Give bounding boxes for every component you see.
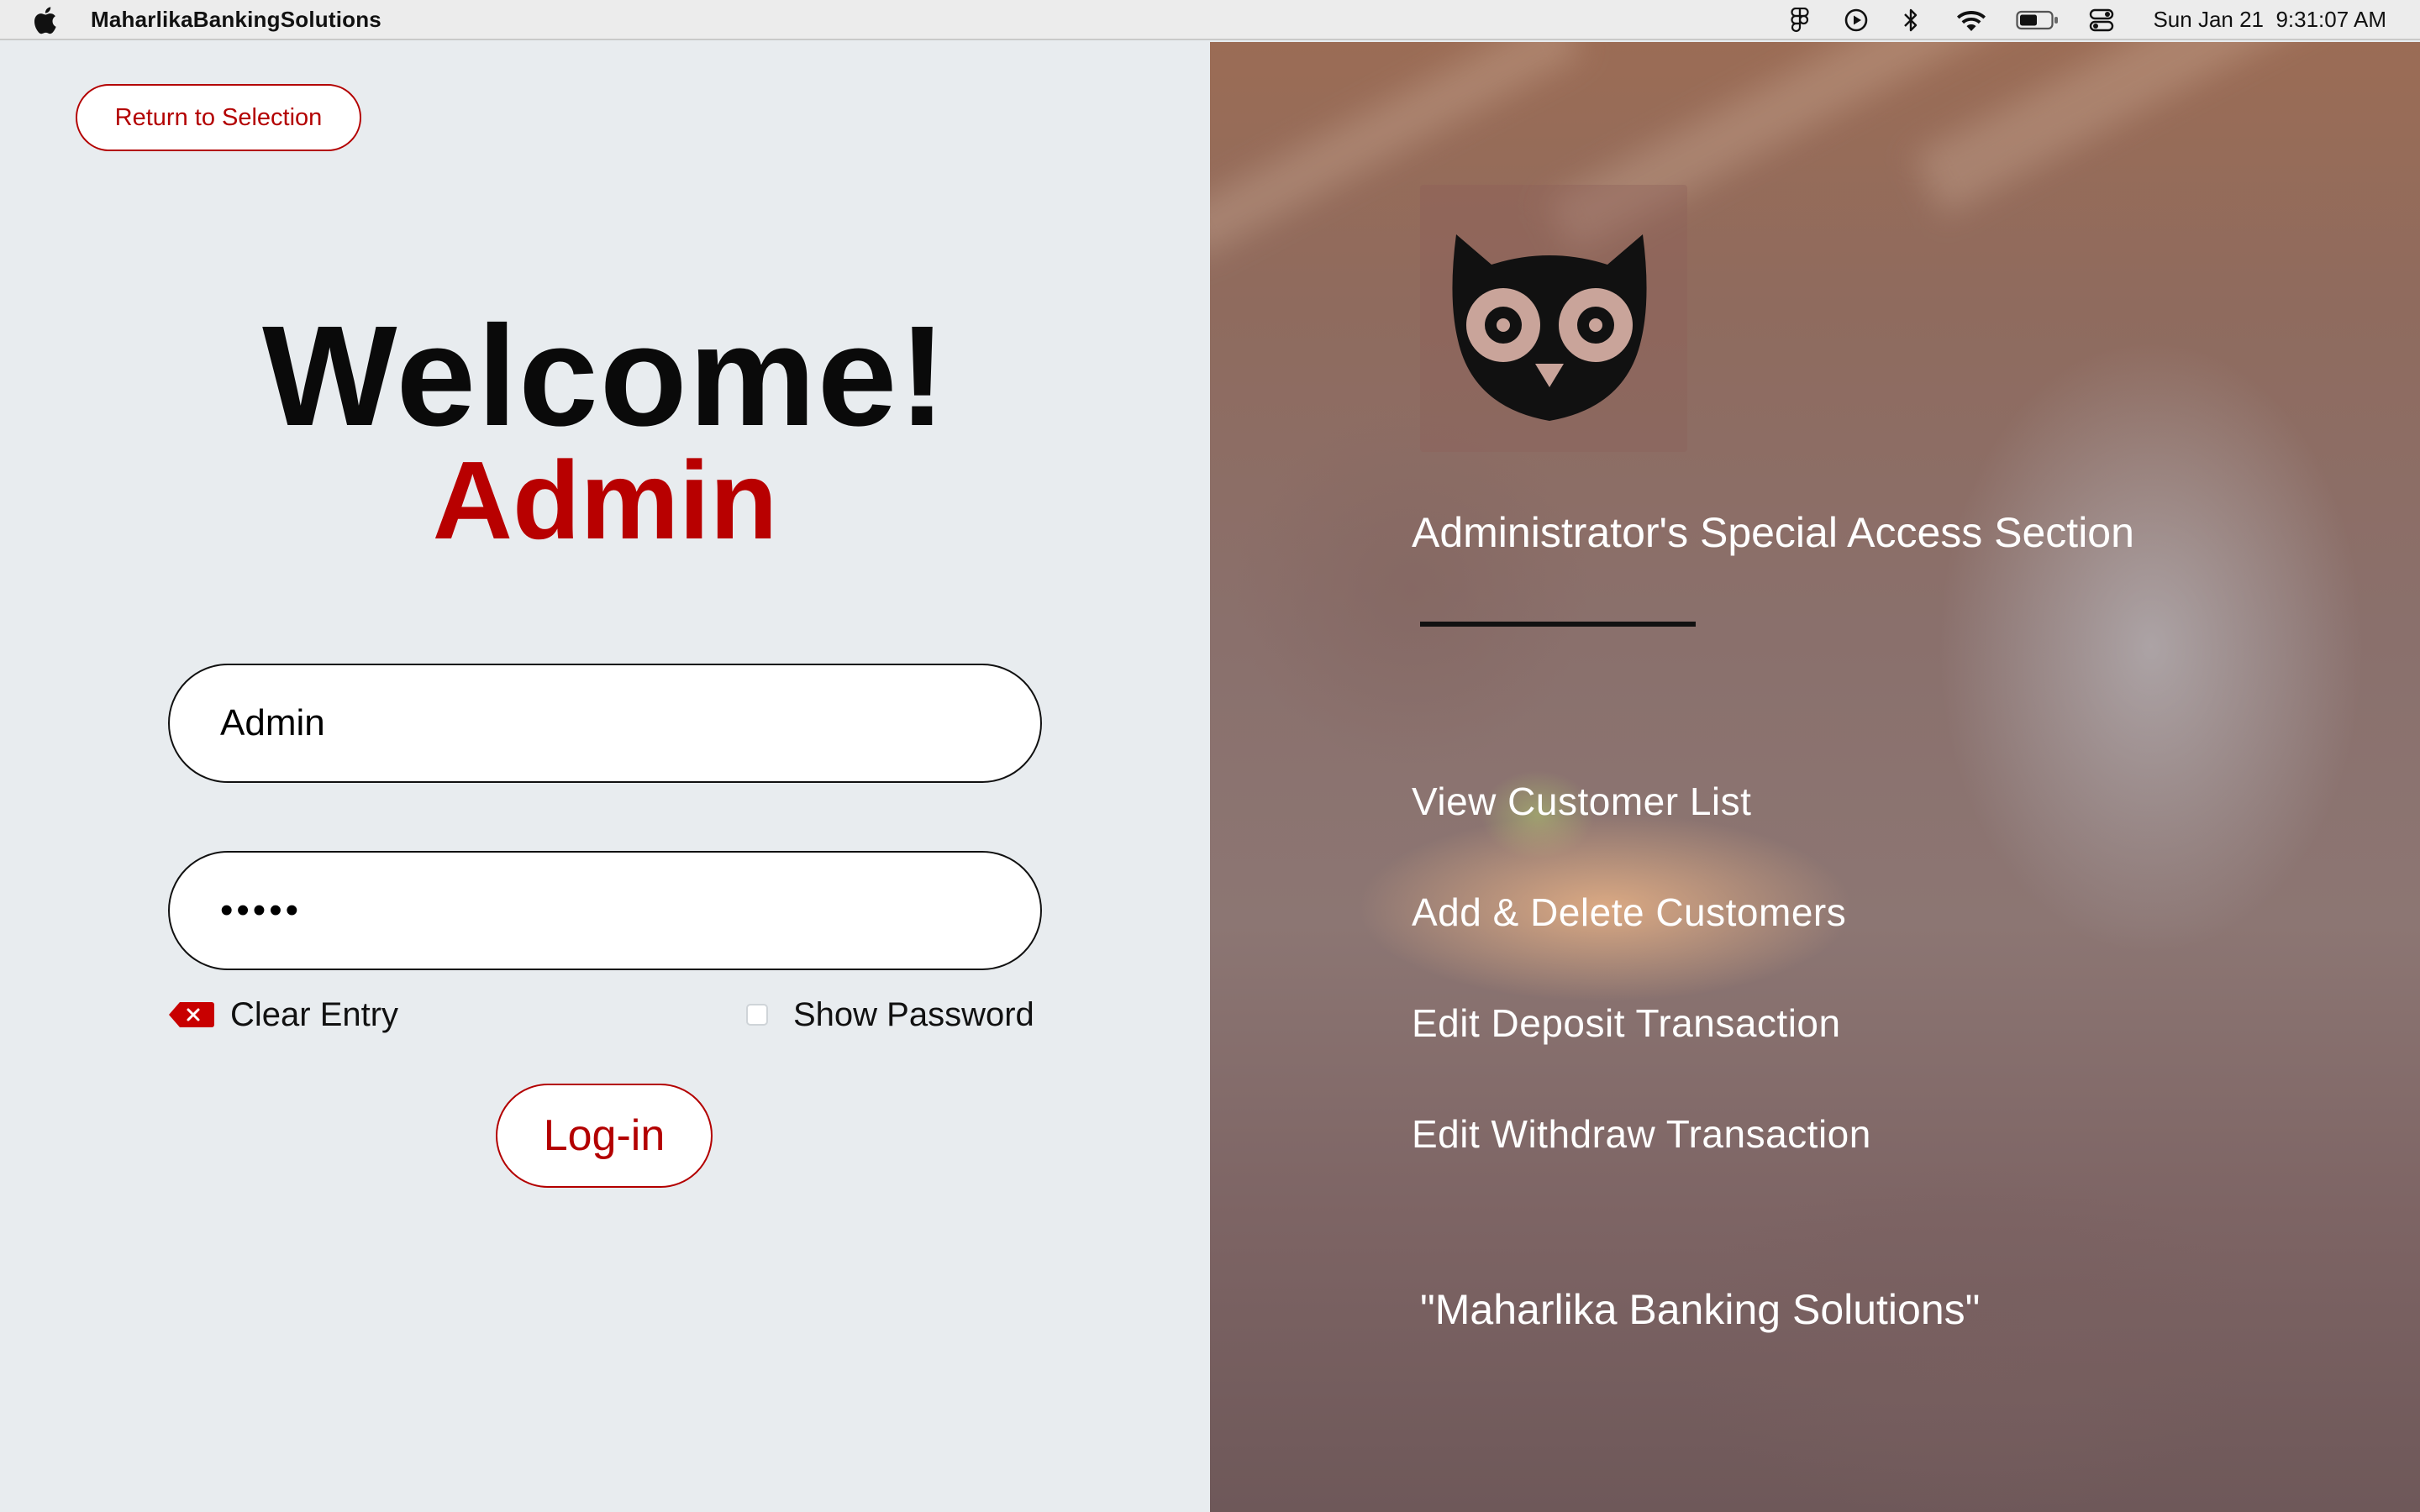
owl-logo-icon (1452, 234, 1647, 421)
return-to-selection-button[interactable]: Return to Selection (76, 84, 361, 151)
welcome-heading: Welcome! (262, 297, 948, 456)
view-customer-list-link[interactable]: View Customer List (1412, 779, 1751, 824)
show-password-checkbox[interactable] (746, 1004, 768, 1026)
login-button[interactable]: Log-in (496, 1084, 713, 1188)
figma-icon[interactable] (1788, 5, 1812, 35)
show-password-label: Show Password (793, 995, 1034, 1033)
bluetooth-icon[interactable] (1901, 5, 1921, 35)
username-input[interactable]: Admin (168, 664, 1042, 783)
company-tagline: "Maharlika Banking Solutions" (1420, 1286, 1981, 1333)
clear-entry-icon[interactable] (168, 1000, 215, 1029)
menu-bar: MaharlikaBankingSolutions Sun Jan 21 9:3… (0, 0, 2420, 40)
background-decor (1912, 42, 2390, 216)
menubar-clock[interactable]: Sun Jan 21 9:31:07 AM (2153, 7, 2386, 33)
battery-icon[interactable] (2015, 5, 2060, 35)
clear-entry-button[interactable]: Clear Entry (168, 994, 398, 1036)
control-center-icon[interactable] (2087, 5, 2116, 35)
password-input[interactable]: ••••• (168, 851, 1042, 970)
apple-logo-icon[interactable] (34, 5, 60, 35)
wifi-icon[interactable] (1954, 5, 1988, 35)
clear-entry-label: Clear Entry (230, 995, 399, 1033)
section-divider (1420, 622, 1696, 627)
app-name[interactable]: MaharlikaBankingSolutions (91, 7, 381, 33)
admin-panel: Administrator's Special Access Section V… (1210, 42, 2420, 1512)
role-heading: Admin (432, 438, 778, 562)
login-pane: Return to Selection Welcome! Admin Admin… (0, 42, 1210, 1512)
play-circle-icon[interactable] (1842, 5, 1870, 35)
show-password-toggle[interactable]: Show Password (746, 994, 1034, 1036)
edit-deposit-transaction-link[interactable]: Edit Deposit Transaction (1412, 1000, 1841, 1046)
edit-withdraw-transaction-link[interactable]: Edit Withdraw Transaction (1412, 1111, 1871, 1157)
add-delete-customers-link[interactable]: Add & Delete Customers (1412, 890, 1846, 935)
section-title: Administrator's Special Access Section (1412, 509, 2134, 556)
